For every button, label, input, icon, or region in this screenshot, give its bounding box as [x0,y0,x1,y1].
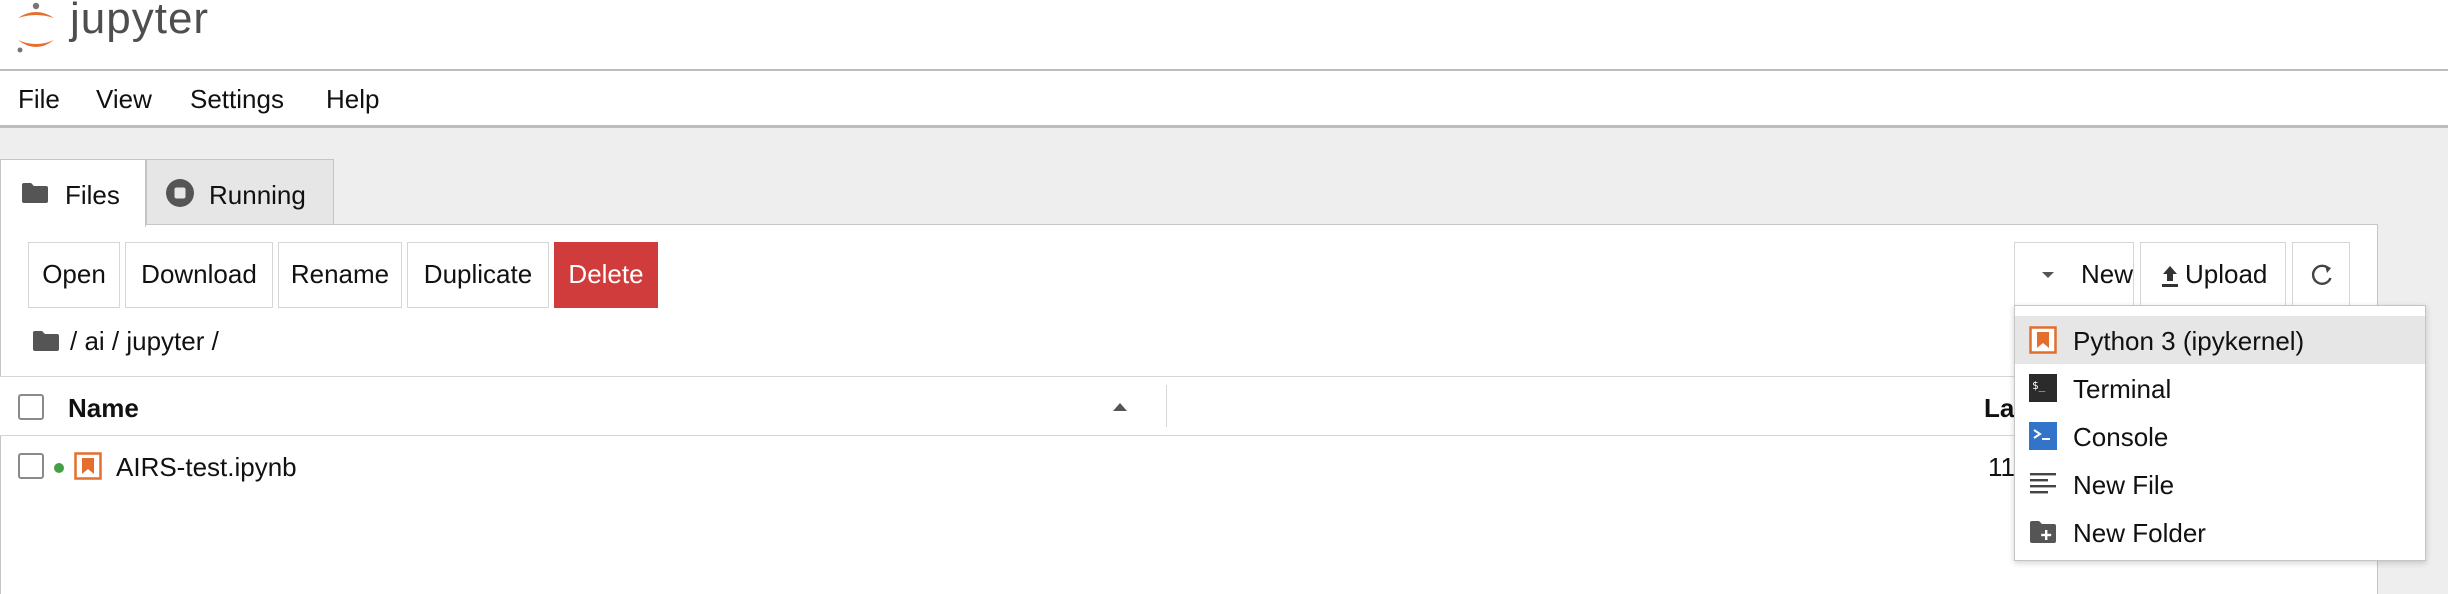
file-name[interactable]: AIRS-test.ipynb [116,452,297,483]
new-button-label: New [2081,259,2134,289]
menu-help[interactable]: Help [326,84,379,115]
top-header: jupyter [0,0,2448,71]
notebook-icon [74,452,102,480]
select-all-checkbox[interactable] [18,394,44,420]
column-name-header[interactable]: Name [68,393,139,424]
jupyter-logo-icon [17,2,54,53]
menu-item-label: New Folder [2073,518,2206,548]
breadcrumb-path[interactable]: / ai / jupyter / [70,326,219,357]
refresh-icon [2311,264,2332,285]
menu-item-new-file[interactable]: New File [2015,460,2425,508]
console-icon [2029,422,2057,450]
upload-button-label: Upload [2185,259,2268,289]
sort-ascending-icon[interactable] [1112,402,1128,412]
new-folder-icon [2030,521,2056,543]
folder-icon[interactable] [32,330,60,352]
jupyter-logo-text: jupyter [70,0,210,43]
open-button[interactable]: Open [28,242,120,308]
menu-item-terminal[interactable]: $_ Terminal [2015,364,2425,412]
terminal-icon: $_ [2029,374,2057,402]
text-file-icon [2030,473,2056,494]
column-divider[interactable] [1166,385,1167,427]
upload-icon [2162,266,2178,287]
menu-item-label: Terminal [2073,374,2172,404]
row-checkbox[interactable] [18,453,44,479]
notebook-icon [2029,326,2057,354]
menu-item-console[interactable]: Console [2015,412,2425,460]
menu-item-label: Console [2073,422,2169,452]
tab-files-label: Files [65,180,120,210]
running-indicator [54,463,64,473]
menu-view[interactable]: View [96,84,152,115]
menu-item-label: New File [2073,470,2175,500]
refresh-button[interactable] [2292,242,2350,308]
caret-down-icon [2042,272,2054,278]
menu-settings[interactable]: Settings [190,84,284,115]
file-last-modified: 11 [1988,452,2015,482]
tab-running[interactable]: Running [146,159,334,225]
duplicate-button[interactable]: Duplicate [407,242,549,308]
new-button[interactable]: New [2014,242,2134,308]
delete-button[interactable]: Delete [554,242,658,308]
stop-circle-icon [166,179,194,207]
svg-text:$_: $_ [2032,379,2046,392]
folder-icon [22,183,48,203]
menu-item-new-folder[interactable]: New Folder [2015,508,2425,556]
new-dropdown-menu: Python 3 (ipykernel) $_ Terminal Console… [2014,305,2426,561]
menu-bar: File View Settings Help [0,71,2448,128]
menu-file[interactable]: File [18,84,60,115]
tab-files[interactable]: Files [0,159,146,227]
rename-button[interactable]: Rename [278,242,402,308]
column-last-modified-header[interactable]: La [1984,393,2014,424]
menu-item-label: Python 3 (ipykernel) [2073,326,2305,356]
menu-item-python3[interactable]: Python 3 (ipykernel) [2015,316,2425,364]
download-button[interactable]: Download [125,242,273,308]
tab-running-label: Running [209,180,306,210]
upload-button[interactable]: Upload [2140,242,2286,308]
